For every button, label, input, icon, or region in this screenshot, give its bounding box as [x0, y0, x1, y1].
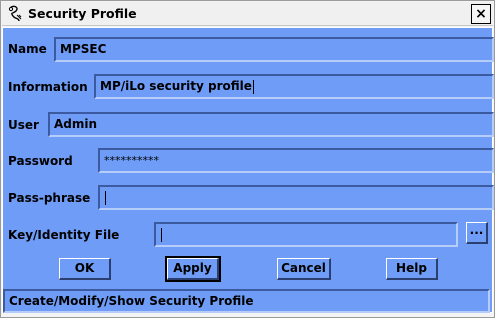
- status-text: Create/Modify/Show Security Profile: [9, 294, 254, 308]
- cancel-button[interactable]: Cancel: [277, 258, 331, 280]
- name-field[interactable]: MPSEC: [54, 37, 494, 62]
- window-title: Security Profile: [28, 6, 137, 21]
- password-field[interactable]: **********: [98, 148, 494, 173]
- text-cursor: [252, 79, 254, 94]
- browse-button[interactable]: ...: [466, 222, 488, 244]
- security-profile-window: Security Profile × Name MPSEC Informatio…: [0, 0, 495, 318]
- status-bar: Create/Modify/Show Security Profile: [3, 289, 490, 313]
- keyfile-label: Key/Identity File: [8, 228, 120, 242]
- apply-button[interactable]: Apply: [165, 256, 221, 282]
- password-label: Password: [8, 154, 73, 168]
- name-label: Name: [8, 42, 47, 56]
- name-value: MPSEC: [60, 42, 107, 56]
- help-button[interactable]: Help: [386, 258, 438, 280]
- text-cursor: [161, 227, 162, 242]
- user-field[interactable]: Admin: [48, 112, 494, 137]
- keyfile-field[interactable]: [154, 222, 458, 247]
- ok-button[interactable]: OK: [59, 258, 111, 280]
- close-button[interactable]: ×: [471, 4, 491, 24]
- password-value: **********: [104, 154, 159, 167]
- information-label: Information: [8, 80, 88, 94]
- information-field[interactable]: MP/iLo security profile: [94, 74, 494, 99]
- title-bar[interactable]: Security Profile ×: [2, 2, 493, 26]
- user-value: Admin: [54, 117, 98, 131]
- passphrase-label: Pass-phrase: [8, 191, 91, 205]
- text-cursor: [105, 190, 106, 205]
- information-value: MP/iLo security profile: [100, 79, 252, 93]
- passphrase-field[interactable]: [98, 185, 494, 210]
- form-panel: Name MPSEC Information MP/iLo security p…: [2, 27, 494, 313]
- security-profile-icon: [7, 5, 23, 23]
- user-label: User: [8, 118, 39, 132]
